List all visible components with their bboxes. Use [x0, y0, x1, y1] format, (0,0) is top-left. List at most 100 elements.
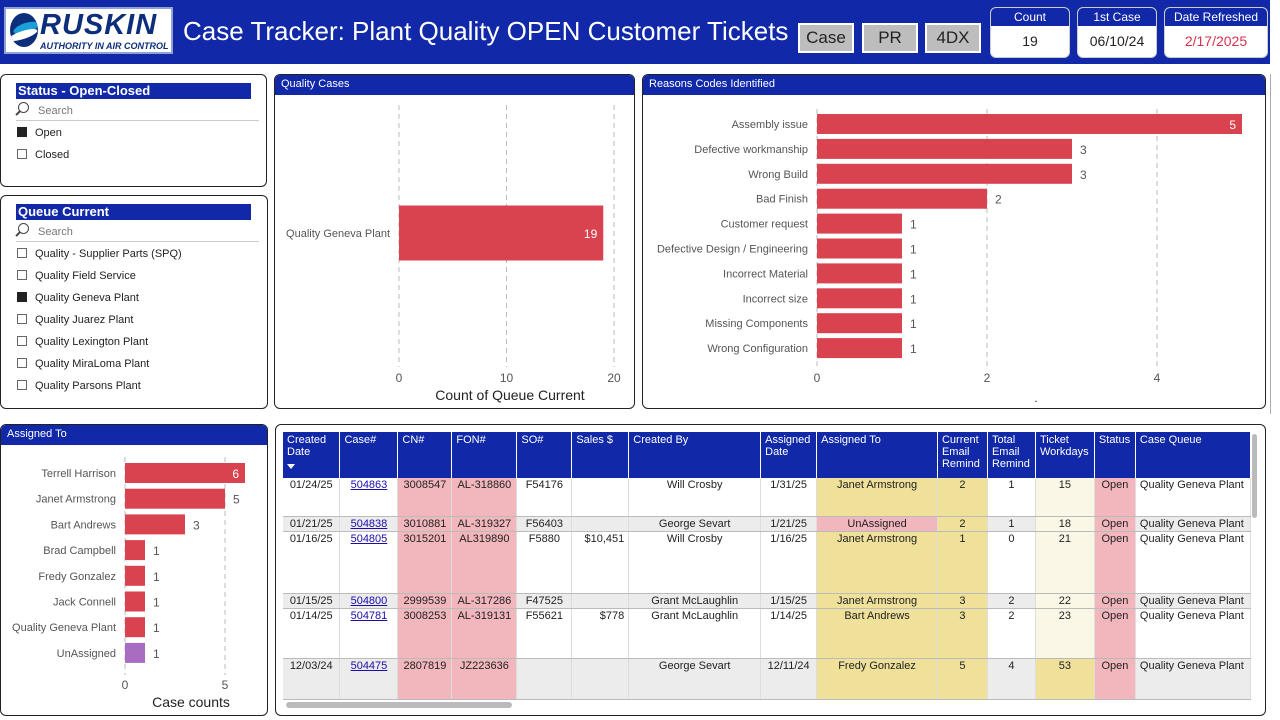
column-header[interactable]: Case# [339, 432, 399, 478]
4dx-button[interactable]: 4DX [925, 23, 981, 53]
table-cell[interactable]: 504781 [339, 608, 399, 659]
bar[interactable] [817, 263, 902, 284]
table-cell: AL-318860 [451, 478, 518, 517]
bar[interactable] [125, 463, 245, 483]
bar[interactable] [817, 238, 902, 259]
queue-search-input[interactable]: Search [16, 222, 259, 242]
table-row[interactable]: 01/24/25 504863 3008547 AL-318860 F54176 Will… [283, 478, 1251, 517]
checkbox-icon[interactable] [17, 336, 27, 346]
case-link[interactable]: 504800 [351, 595, 388, 607]
queue-option-label: Quality Field Service [35, 270, 136, 282]
table-cell: 01/14/25 [283, 608, 341, 659]
table-cell[interactable]: 504863 [339, 478, 399, 517]
table-cell: 2 [937, 478, 988, 517]
table-cell: 23 [1035, 608, 1095, 659]
checkbox-checked-icon[interactable] [17, 127, 27, 137]
data-label: 3 [1080, 143, 1087, 157]
column-header[interactable]: Current Email Remind [937, 432, 988, 478]
data-label: 6 [232, 467, 239, 481]
table-cell: 3010881 [397, 516, 453, 532]
table-cell: JZ223636 [451, 658, 518, 700]
bar[interactable] [125, 540, 145, 561]
category-label: Quality Geneva Plant [286, 228, 390, 240]
column-header[interactable]: CN# [397, 432, 453, 478]
table-row[interactable]: 01/14/25 504781 3008253 AL-319131 F55621 $778… [283, 608, 1251, 659]
bar[interactable] [817, 114, 1242, 134]
column-header[interactable]: Ticket Workdays [1035, 432, 1095, 478]
bar[interactable] [817, 188, 987, 209]
table-row[interactable]: 12/03/24 504475 2807819 JZ223636 George Seva… [283, 658, 1251, 700]
table-cell[interactable]: 504475 [339, 658, 399, 700]
data-label: 1 [910, 342, 917, 356]
column-header[interactable]: Assigned Date [760, 432, 818, 478]
table-row[interactable]: 01/21/25 504838 3010881 AL-319327 F56403 Geor… [283, 516, 1251, 532]
table-vertical-scrollbar[interactable] [1252, 434, 1257, 518]
status-option-label: Open [35, 127, 62, 139]
bar[interactable] [125, 617, 145, 638]
sort-desc-icon[interactable] [287, 464, 295, 469]
data-label: 5 [233, 493, 240, 507]
bar[interactable] [817, 138, 1072, 159]
count-label: Count [991, 8, 1069, 26]
status-search-input[interactable]: Search [16, 101, 259, 121]
x-tick-label: 0 [814, 371, 821, 385]
bar[interactable] [817, 163, 1072, 184]
table-cell: 2 [937, 516, 988, 532]
bar[interactable] [125, 591, 145, 612]
table-header-row: Created Date Case# CN# FON# SO# Sales $ Create… [283, 432, 1251, 478]
category-label: Customer request [721, 219, 808, 231]
queue-option-label: Quality Juarez Plant [35, 314, 134, 326]
checkbox-icon[interactable] [17, 149, 27, 159]
checkbox-icon[interactable] [17, 380, 27, 390]
case-link[interactable]: 504805 [351, 533, 388, 545]
table-cell: AL319890 [451, 531, 518, 594]
table-cell: 1/14/25 [760, 608, 818, 659]
bar[interactable] [817, 313, 902, 334]
checkbox-icon[interactable] [17, 314, 27, 324]
category-label: Wrong Configuration [707, 343, 808, 355]
bar[interactable] [817, 338, 902, 359]
bar[interactable] [125, 514, 185, 535]
case-link[interactable]: 504838 [351, 518, 388, 530]
case-link[interactable]: 504475 [351, 660, 388, 672]
case-link[interactable]: 504781 [351, 610, 388, 622]
table-cell: George Sevart [628, 658, 762, 700]
bar[interactable] [125, 642, 145, 663]
column-header[interactable]: SO# [516, 432, 573, 478]
column-header[interactable]: Total Email Remind [987, 432, 1036, 478]
column-header[interactable]: Case Queue [1135, 432, 1251, 478]
x-tick-label: 0 [396, 371, 403, 385]
column-header[interactable]: Assigned To [816, 432, 938, 478]
table-cell: Janet Armstrong [816, 531, 938, 594]
table-row[interactable]: 01/16/25 504805 3015201 AL319890 F5880 $10,45… [283, 531, 1251, 594]
bar[interactable] [125, 565, 145, 586]
column-header[interactable]: Created By [628, 432, 762, 478]
table-row[interactable]: 01/15/25 504800 2999539 AL-317286 F47525 Gran… [283, 593, 1251, 609]
table-horizontal-scrollbar[interactable] [286, 702, 512, 708]
status-slicer-title: Status - Open-Closed [16, 83, 251, 99]
column-header[interactable]: FON# [451, 432, 518, 478]
checkbox-icon[interactable] [17, 248, 27, 258]
table-cell: F55621 [516, 608, 573, 659]
pr-button[interactable]: PR [862, 23, 918, 53]
column-header[interactable]: Sales $ [571, 432, 630, 478]
table-cell: F54176 [516, 478, 573, 517]
checkbox-icon[interactable] [17, 270, 27, 280]
case-link[interactable]: 504863 [351, 479, 388, 491]
first-case-card: 1st Case 06/10/24 [1077, 7, 1157, 58]
case-button[interactable]: Case [798, 23, 854, 53]
table-cell[interactable]: 504800 [339, 593, 399, 609]
checkbox-icon[interactable] [17, 358, 27, 368]
bar[interactable] [817, 213, 902, 234]
category-label: Jack Connell [53, 597, 116, 609]
bar[interactable] [125, 488, 225, 509]
quality-cases-chart: 0 10 20 Quality Geneva Plant 19 Count of Queu… [286, 105, 621, 403]
table-cell[interactable]: 504805 [339, 531, 399, 594]
column-header[interactable]: Status [1094, 432, 1136, 478]
bar[interactable] [817, 288, 902, 309]
bar[interactable] [399, 205, 604, 261]
category-label: UnAssigned [57, 648, 116, 660]
column-header[interactable]: Created Date [283, 432, 341, 478]
table-cell[interactable]: 504838 [339, 516, 399, 532]
checkbox-checked-icon[interactable] [17, 292, 27, 302]
